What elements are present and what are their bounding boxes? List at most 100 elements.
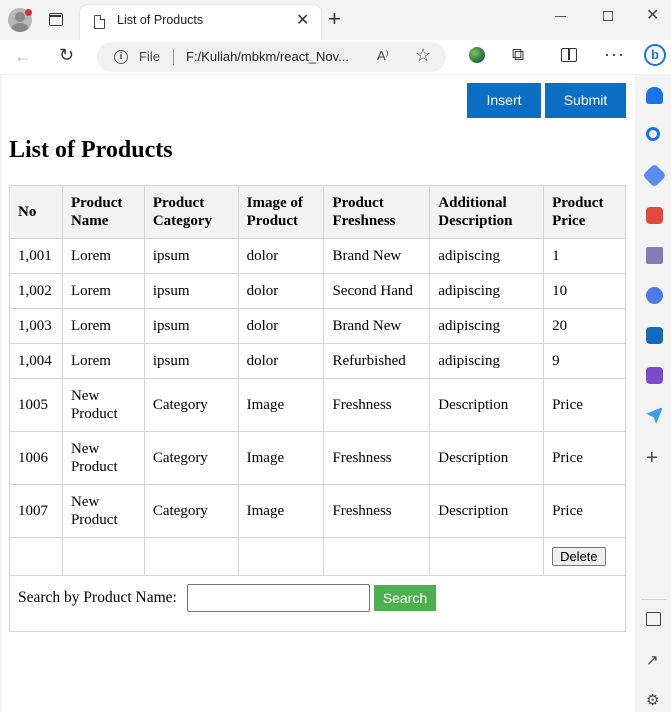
tab-strip: List of Products ✕ + ✕ (0, 0, 671, 40)
cell-name: Lorem (61, 273, 145, 309)
window-close-icon[interactable]: ✕ (646, 6, 659, 26)
tools-icon[interactable] (646, 207, 663, 224)
cell-image: dolor (237, 238, 325, 274)
split-screen-icon[interactable] (561, 48, 577, 62)
bing-icon[interactable]: b (644, 44, 666, 66)
header-product-name: Product Name (61, 185, 145, 239)
address-separator (173, 49, 174, 65)
cell-price: Price (543, 484, 626, 538)
cell-price: Price (543, 378, 626, 432)
hide-sidebar-icon[interactable] (646, 612, 661, 626)
cell-freshness: Brand New (323, 308, 431, 344)
cell-category: ipsum (143, 308, 239, 344)
cell-no: 1007 (9, 484, 63, 538)
tab-list-of-products[interactable]: List of Products ✕ (80, 5, 321, 40)
cell-name: New Product (61, 484, 145, 538)
cell-freshness: Second Hand (323, 273, 431, 309)
table-row: 1006 New Product Category Image Freshness… (9, 431, 626, 485)
submit-button[interactable]: Submit (545, 83, 626, 118)
page-title: List of Products (9, 137, 173, 163)
maximize-icon[interactable] (603, 11, 613, 21)
cell-no: 1006 (9, 431, 63, 485)
search-input[interactable] (187, 584, 370, 612)
tab-close-icon[interactable]: ✕ (296, 11, 309, 31)
delete-cell: Delete (543, 537, 626, 576)
cell-description: adipiscing (429, 343, 545, 379)
cell-no: 1,003 (9, 308, 63, 344)
reload-icon[interactable]: ↻ (59, 44, 74, 66)
header-product-freshness: Product Freshness (323, 185, 431, 239)
page-content: Insert Submit List of Products No Produc… (2, 75, 635, 712)
cell-image: Image (237, 484, 325, 538)
table-action-row: Delete (9, 537, 626, 576)
cell-description: adipiscing (429, 273, 545, 309)
cell-name: Lorem (61, 238, 145, 274)
new-tab-icon[interactable]: + (328, 8, 341, 30)
cell-category: Category (143, 431, 239, 485)
games-extension-icon[interactable] (469, 47, 485, 63)
tab-title: List of Products (117, 13, 204, 27)
search-button[interactable]: Search (374, 585, 436, 611)
empty-cell (323, 537, 431, 576)
cell-category: Category (143, 378, 239, 432)
search-icon[interactable] (646, 127, 660, 141)
cell-price: 1 (543, 238, 626, 274)
add-icon[interactable]: + (646, 448, 658, 468)
cell-description: Description (429, 431, 545, 485)
cell-freshness: Freshness (323, 484, 431, 538)
open-external-icon[interactable]: ↗ (646, 652, 659, 669)
info-icon[interactable]: i (114, 50, 128, 64)
bell-icon[interactable] (646, 87, 663, 104)
cell-freshness: Freshness (323, 378, 431, 432)
cell-image: Image (237, 431, 325, 485)
star-icon[interactable]: ☆ (415, 45, 431, 66)
settings-gear-icon[interactable]: ⚙ (646, 692, 659, 709)
cell-image: dolor (237, 308, 325, 344)
header-product-price: Product Price (543, 185, 626, 239)
cell-name: New Product (61, 431, 145, 485)
cell-no: 1,002 (9, 273, 63, 309)
cell-description: adipiscing (429, 308, 545, 344)
edge-sidebar: + ↗ ⚙ (637, 74, 671, 712)
more-icon[interactable]: ··· (604, 44, 625, 65)
address-bar[interactable]: i File F:/Kuliah/mbkm/react_Nov... A⁾ ☆ (97, 42, 446, 72)
send-icon[interactable] (646, 407, 663, 424)
page-icon (94, 15, 105, 29)
puzzle-icon[interactable]: ⧉ (512, 45, 524, 65)
empty-cell (143, 537, 239, 576)
table-row: 1,003 Lorem ipsum dolor Brand New adipis… (9, 308, 626, 344)
cell-price: 10 (543, 273, 626, 309)
outlook-icon[interactable] (646, 327, 663, 344)
insert-button[interactable]: Insert (467, 83, 541, 118)
designer-icon[interactable] (646, 367, 663, 384)
games-icon[interactable] (646, 247, 663, 264)
cell-no: 1005 (9, 378, 63, 432)
sidebar-divider (641, 599, 667, 600)
empty-cell (61, 537, 145, 576)
read-aloud-icon[interactable]: A⁾ (377, 48, 389, 64)
table-row: 1,001 Lorem ipsum dolor Brand New adipis… (9, 238, 626, 274)
cell-category: ipsum (143, 273, 239, 309)
back-arrow-icon[interactable]: ← (14, 45, 32, 67)
header-additional-description: Additional Description (429, 185, 545, 239)
search-label: Search by Product Name: (18, 589, 177, 606)
cell-freshness: Freshness (323, 431, 431, 485)
address-prefix: File (139, 49, 160, 64)
cell-price: 9 (543, 343, 626, 379)
cell-price: Price (543, 431, 626, 485)
delete-button[interactable]: Delete (552, 547, 606, 566)
products-table: No Product Name Product Category Image of P… (9, 185, 626, 576)
cell-name: New Product (61, 378, 145, 432)
header-no: No (9, 185, 63, 239)
cell-name: Lorem (61, 308, 145, 344)
cell-image: dolor (237, 273, 325, 309)
empty-cell (429, 537, 545, 576)
cell-no: 1,001 (9, 238, 63, 274)
microsoft365-icon[interactable] (646, 287, 663, 304)
minimize-icon[interactable] (555, 16, 566, 17)
url-text[interactable]: F:/Kuliah/mbkm/react_Nov... (186, 49, 349, 64)
tab-actions-icon[interactable] (49, 13, 63, 26)
cell-name: Lorem (61, 343, 145, 379)
cell-price: 20 (543, 308, 626, 344)
shopping-tag-icon[interactable] (642, 163, 667, 188)
